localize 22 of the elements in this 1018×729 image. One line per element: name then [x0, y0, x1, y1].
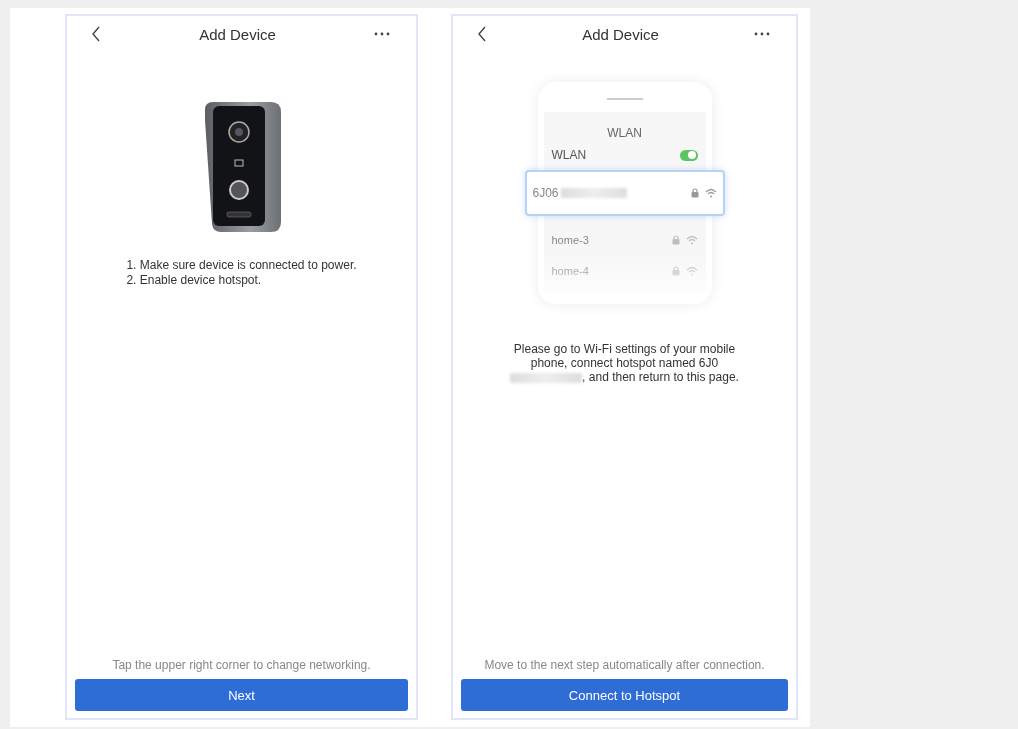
instruction-text: 2. Enable device hotspot.	[126, 273, 263, 288]
screen-title: Add Device	[199, 25, 276, 43]
more-icon[interactable]	[754, 32, 770, 36]
more-icon[interactable]	[374, 32, 390, 36]
hint-text: Tap the upper right corner to change networking.	[111, 658, 372, 672]
instruction-text: Please go to Wi-Fi settings of your mobile phone, connect hotspot named 6J0 , and then return to this page.	[498, 342, 751, 384]
screen-title: Add Device	[582, 25, 659, 43]
network-name: home-3	[551, 233, 589, 246]
lock-icon	[671, 234, 680, 245]
wlan-label: WLAN	[551, 148, 587, 162]
wifi-icon	[685, 234, 698, 245]
hint-text: Move to the next step automatically after connection.	[483, 658, 766, 672]
wlan-heading: WLAN	[606, 125, 643, 140]
lock-icon	[690, 188, 699, 198]
connect-button[interactable]: Connect to Hotspot	[461, 679, 788, 711]
network-name: 6J06	[532, 186, 559, 200]
network-name: home-4	[551, 264, 589, 277]
next-button[interactable]: Next	[75, 679, 408, 711]
back-icon[interactable]	[91, 26, 101, 42]
back-icon[interactable]	[477, 26, 487, 42]
instruction-text: 1. Make sure device is connected to power.	[126, 258, 357, 273]
wifi-icon	[704, 188, 717, 198]
